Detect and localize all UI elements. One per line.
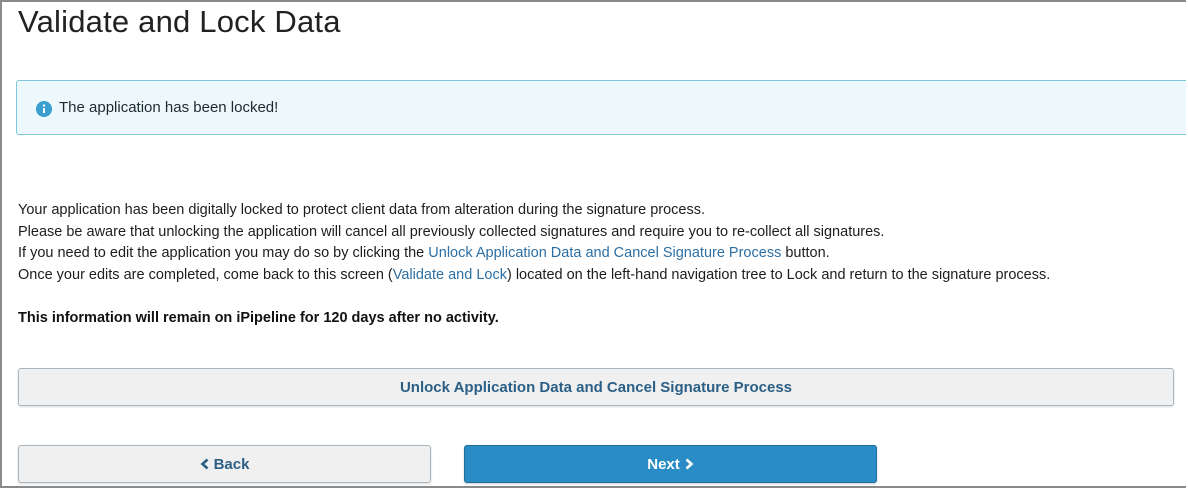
explanation-text: Your application has been digitally lock… — [18, 200, 1050, 286]
page-frame: Validate and Lock Data The application h… — [0, 0, 1186, 488]
unlock-cancel-signature-button[interactable]: Unlock Application Data and Cancel Signa… — [18, 368, 1174, 406]
explanation-line-2: Please be aware that unlocking the appli… — [18, 223, 885, 240]
locked-alert: The application has been locked! — [16, 80, 1186, 135]
back-button[interactable]: Back — [18, 445, 431, 483]
next-button[interactable]: Next — [464, 445, 877, 483]
back-button-label: Back — [213, 455, 250, 473]
retention-notice: This information will remain on iPipelin… — [18, 310, 499, 326]
line3-prefix: If you need to edit the application you … — [18, 245, 429, 261]
line4-prefix: Once your edits are completed, come back… — [18, 266, 393, 283]
chevron-right-icon — [685, 458, 694, 470]
next-button-label: Next — [647, 455, 680, 473]
explanation-line-4: Once your edits are completed, come back… — [18, 265, 1050, 287]
chevron-left-icon — [200, 458, 208, 470]
page-title: Validate and Lock Data — [18, 4, 341, 39]
info-icon — [36, 101, 52, 117]
alert-message: The application has been locked! — [59, 99, 279, 116]
line3-suffix: button. — [781, 245, 830, 261]
unlock-inline-link[interactable]: Unlock Application Data and Cancel Signa… — [428, 245, 781, 261]
explanation-line-3: If you need to edit the application you … — [18, 243, 1050, 265]
explanation-line-1: Your application has been digitally lock… — [18, 202, 706, 218]
unlock-button-label: Unlock Application Data and Cancel Signa… — [399, 378, 793, 396]
line4-suffix: ) located on the left-hand navigation tr… — [506, 266, 1051, 283]
validate-lock-inline-link[interactable]: Validate and Lock — [393, 267, 507, 283]
